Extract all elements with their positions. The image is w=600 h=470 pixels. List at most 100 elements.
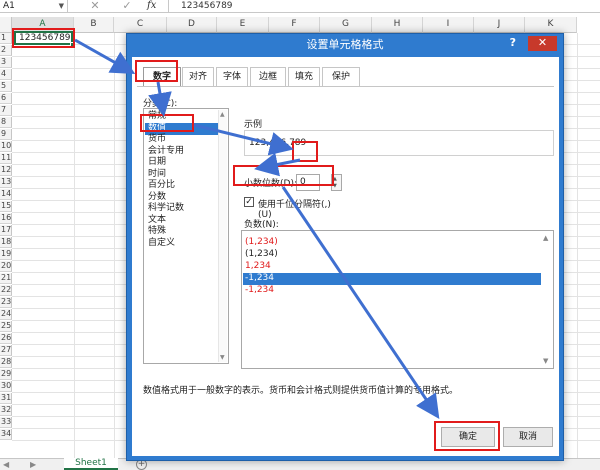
negative-format-option[interactable]: (1,234) [243, 249, 541, 261]
help-icon[interactable]: ? [510, 36, 516, 49]
formula-bar: A1 ▼ ✕ ✓ fx 123456789 [0, 0, 600, 13]
scroll-up-icon[interactable]: ▲ [543, 234, 548, 242]
format-cells-dialog: 设置单元格格式 ? ✕ 数字 对齐 字体 边框 填充 保护 分类(C): 常规数… [126, 33, 564, 461]
row-header-5[interactable]: 5 [0, 81, 12, 92]
negative-list-scrollbar[interactable]: ▲ ▼ [541, 232, 552, 367]
sample-preview: 123,456,789 [244, 130, 554, 156]
negative-format-option[interactable]: (1,234) [243, 237, 541, 249]
tab-alignment[interactable]: 对齐 [182, 67, 214, 86]
row-header-30[interactable]: 30 [0, 381, 12, 392]
tab-fill[interactable]: 填充 [288, 67, 320, 86]
column-header-g[interactable]: G [320, 17, 372, 33]
row-header-10[interactable]: 10 [0, 141, 12, 152]
highlight-number-category [140, 114, 194, 132]
close-icon[interactable]: ✕ [528, 36, 557, 51]
category-list[interactable]: 常规 数值 货币 会计专用 日期 时间 百分比 分数 科学记数 文本 特殊 自定义 ▲ ▼ [143, 108, 229, 364]
row-header-7[interactable]: 7 [0, 105, 12, 116]
row-header-15[interactable]: 15 [0, 201, 12, 212]
chevron-down-icon[interactable]: ▼ [59, 0, 64, 12]
negative-format-option[interactable]: 1,234 [243, 261, 541, 273]
row-header-17[interactable]: 17 [0, 225, 12, 236]
row-header-9[interactable]: 9 [0, 129, 12, 140]
tab-scroll-right-icon[interactable]: ▶ [30, 460, 36, 469]
row-header-12[interactable]: 12 [0, 165, 12, 176]
row-header-22[interactable]: 22 [0, 285, 12, 296]
column-header-c[interactable]: C [114, 17, 167, 33]
row-header-13[interactable]: 13 [0, 177, 12, 188]
row-header-21[interactable]: 21 [0, 273, 12, 284]
negative-format-option[interactable]: -1,234 [243, 273, 541, 285]
tab-protection[interactable]: 保护 [322, 67, 360, 86]
cancel-entry-icon[interactable]: ✕ [88, 0, 102, 13]
row-header-34[interactable]: 34 [0, 429, 12, 440]
negative-format-option[interactable]: -1,234 [243, 285, 541, 297]
grid-column-line [114, 33, 115, 458]
row-header-31[interactable]: 31 [0, 393, 12, 404]
row-header-14[interactable]: 14 [0, 189, 12, 200]
column-header-k[interactable]: K [525, 17, 577, 33]
row-header-11[interactable]: 11 [0, 153, 12, 164]
row-header-27[interactable]: 27 [0, 345, 12, 356]
select-all-corner[interactable] [0, 17, 12, 33]
thousands-separator-option[interactable]: ✓ 使用千位分隔符(,)(U) [241, 195, 338, 220]
category-item[interactable]: 日期 [145, 157, 219, 169]
row-header-20[interactable]: 20 [0, 261, 12, 272]
row-header-28[interactable]: 28 [0, 357, 12, 368]
category-item[interactable]: 会计专用 [145, 146, 219, 158]
column-header-b[interactable]: B [74, 17, 114, 33]
column-header-e[interactable]: E [217, 17, 269, 33]
row-header-18[interactable]: 18 [0, 237, 12, 248]
category-item[interactable]: 科学记数 [145, 203, 219, 215]
category-item[interactable]: 分数 [145, 192, 219, 204]
grid-column-line [577, 33, 578, 458]
category-item[interactable]: 货币 [145, 134, 219, 146]
tab-scroll-left-icon[interactable]: ◀ [3, 460, 9, 469]
highlight-decimal-input [292, 141, 318, 162]
category-scrollbar[interactable]: ▲ ▼ [218, 110, 227, 362]
tab-font[interactable]: 字体 [216, 67, 248, 86]
scroll-down-icon[interactable]: ▼ [543, 357, 548, 365]
category-item[interactable]: 自定义 [145, 238, 219, 250]
thousands-separator-checkbox[interactable]: ✓ [244, 197, 254, 207]
column-header-f[interactable]: F [269, 17, 320, 33]
category-item[interactable]: 特殊 [145, 226, 219, 238]
row-header-29[interactable]: 29 [0, 369, 12, 380]
row-header-33[interactable]: 33 [0, 417, 12, 428]
scroll-up-icon[interactable]: ▲ [220, 111, 225, 118]
column-header-d[interactable]: D [167, 17, 217, 33]
sheet-tab-sheet1[interactable]: Sheet1 [64, 458, 118, 470]
negative-numbers-list[interactable]: (1,234) (1,234) 1,234 -1,234 -1,234 ▲ ▼ [241, 230, 554, 369]
row-header-32[interactable]: 32 [0, 405, 12, 416]
tab-border[interactable]: 边框 [250, 67, 286, 86]
highlight-ok-button [434, 421, 500, 451]
row-header-3[interactable]: 3 [0, 57, 12, 68]
tab-divider [137, 86, 554, 87]
cancel-button[interactable]: 取消 [503, 427, 553, 447]
row-header-2[interactable]: 2 [0, 45, 12, 56]
category-item[interactable]: 文本 [145, 215, 219, 227]
negative-numbers-label: 负数(N): [244, 220, 279, 230]
formula-input[interactable]: 123456789 [168, 0, 600, 13]
name-box[interactable]: A1 ▼ [0, 0, 68, 13]
insert-function-icon[interactable]: fx [147, 0, 156, 12]
dialog-title: 设置单元格格式 [306, 38, 384, 51]
row-header-24[interactable]: 24 [0, 309, 12, 320]
format-description: 数值格式用于一般数字的表示。货币和会计格式则提供货币值计算的专用格式。 [143, 386, 459, 396]
scroll-down-icon[interactable]: ▼ [220, 354, 225, 361]
row-header-6[interactable]: 6 [0, 93, 12, 104]
row-header-4[interactable]: 4 [0, 69, 12, 80]
enter-entry-icon[interactable]: ✓ [120, 0, 134, 13]
row-header-25[interactable]: 25 [0, 321, 12, 332]
column-header-j[interactable]: J [474, 17, 525, 33]
column-header-h[interactable]: H [372, 17, 423, 33]
row-header-23[interactable]: 23 [0, 297, 12, 308]
row-header-1[interactable]: 1 [0, 33, 12, 44]
highlight-cell-a1 [12, 28, 75, 48]
column-header-i[interactable]: I [423, 17, 474, 33]
row-header-19[interactable]: 19 [0, 249, 12, 260]
row-header-16[interactable]: 16 [0, 213, 12, 224]
row-header-26[interactable]: 26 [0, 333, 12, 344]
category-item[interactable]: 百分比 [145, 180, 219, 192]
row-header-8[interactable]: 8 [0, 117, 12, 128]
category-item[interactable]: 时间 [145, 169, 219, 181]
